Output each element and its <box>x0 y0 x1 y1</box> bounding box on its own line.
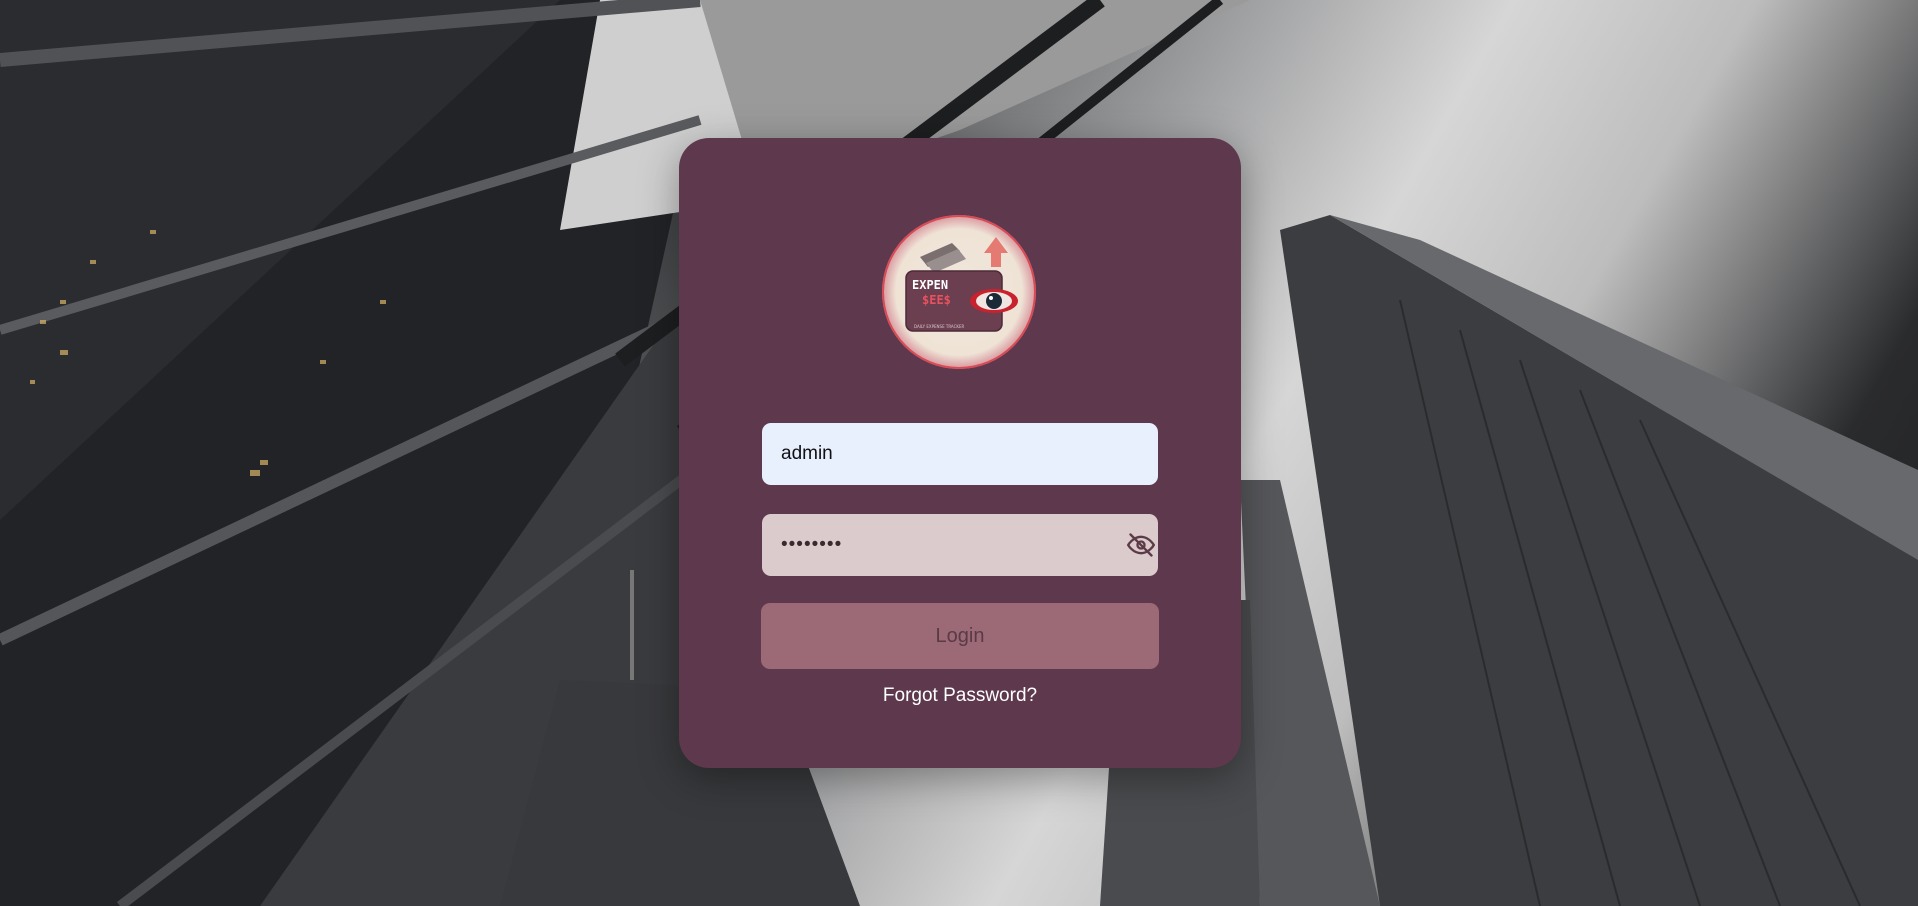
password-input[interactable] <box>762 514 1158 576</box>
expensees-logo: EXPEN $EE$ DAILY EXPENSE TRACKER <box>882 215 1036 369</box>
forgot-password-link[interactable]: Forgot Password? <box>679 685 1241 707</box>
login-card: EXPEN $EE$ DAILY EXPENSE TRACKER Login F… <box>679 138 1241 768</box>
wallet-eye-logo-icon: EXPEN $EE$ DAILY EXPENSE TRACKER <box>905 237 1018 332</box>
logo-text-line2: $EE$ <box>922 293 951 307</box>
logo-tagline: DAILY EXPENSE TRACKER <box>914 324 965 329</box>
logo-text-line1: EXPEN <box>912 278 948 292</box>
eye-slash-icon[interactable] <box>1127 531 1155 559</box>
username-input[interactable] <box>762 423 1158 485</box>
login-button[interactable]: Login <box>761 603 1159 669</box>
